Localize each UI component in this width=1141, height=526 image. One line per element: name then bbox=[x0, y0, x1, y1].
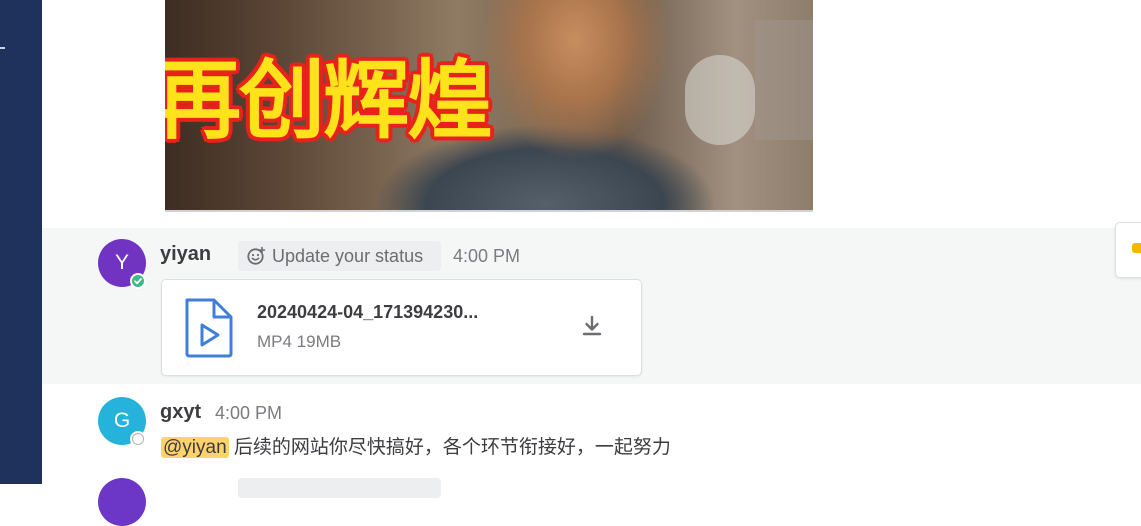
status-chip-label: Update your status bbox=[272, 245, 424, 266]
message-body: 后续的网站你尽快搞好，各个环节衔接好，一起努力 bbox=[228, 437, 671, 458]
smiley-plus-icon bbox=[247, 246, 266, 265]
video-file-icon bbox=[185, 298, 233, 358]
file-attachment[interactable]: 20240424-04_171394230... MP4 19MB bbox=[161, 279, 642, 376]
video-caption: 再创辉煌 bbox=[165, 51, 493, 151]
sidebar-collapse-handle[interactable] bbox=[0, 47, 5, 49]
background-blur bbox=[685, 55, 755, 145]
message-time[interactable]: 4:00 PM bbox=[453, 246, 520, 267]
offline-status-icon bbox=[130, 431, 146, 447]
online-status-icon bbox=[130, 273, 146, 289]
message-time[interactable]: 4:00 PM bbox=[215, 403, 282, 424]
update-status-button[interactable] bbox=[238, 478, 441, 498]
download-icon[interactable] bbox=[579, 313, 605, 339]
file-name[interactable]: 20240424-04_171394230... bbox=[257, 302, 478, 323]
emoji-icon bbox=[1132, 243, 1141, 253]
message-list: 再创辉煌 Y yiyan Update your status 4:00 PM … bbox=[42, 0, 1141, 526]
message-username[interactable]: gxyt bbox=[160, 401, 201, 424]
avatar-letter: Y bbox=[114, 251, 129, 274]
avatar[interactable] bbox=[98, 478, 146, 526]
background-blur bbox=[755, 20, 813, 140]
user-mention[interactable]: @yiyan bbox=[161, 437, 229, 458]
avatar-letter: G bbox=[113, 409, 131, 432]
sidebar bbox=[0, 0, 42, 484]
message-text: @yiyan 后续的网站你尽快搞好，各个环节衔接好，一起努力 bbox=[161, 432, 671, 459]
message-username[interactable]: yiyan bbox=[160, 243, 211, 266]
add-reaction-button[interactable] bbox=[1115, 222, 1141, 278]
file-meta: MP4 19MB bbox=[257, 332, 342, 351]
video-thumbnail[interactable]: 再创辉煌 bbox=[165, 0, 813, 212]
update-status-button[interactable]: Update your status bbox=[238, 241, 441, 271]
